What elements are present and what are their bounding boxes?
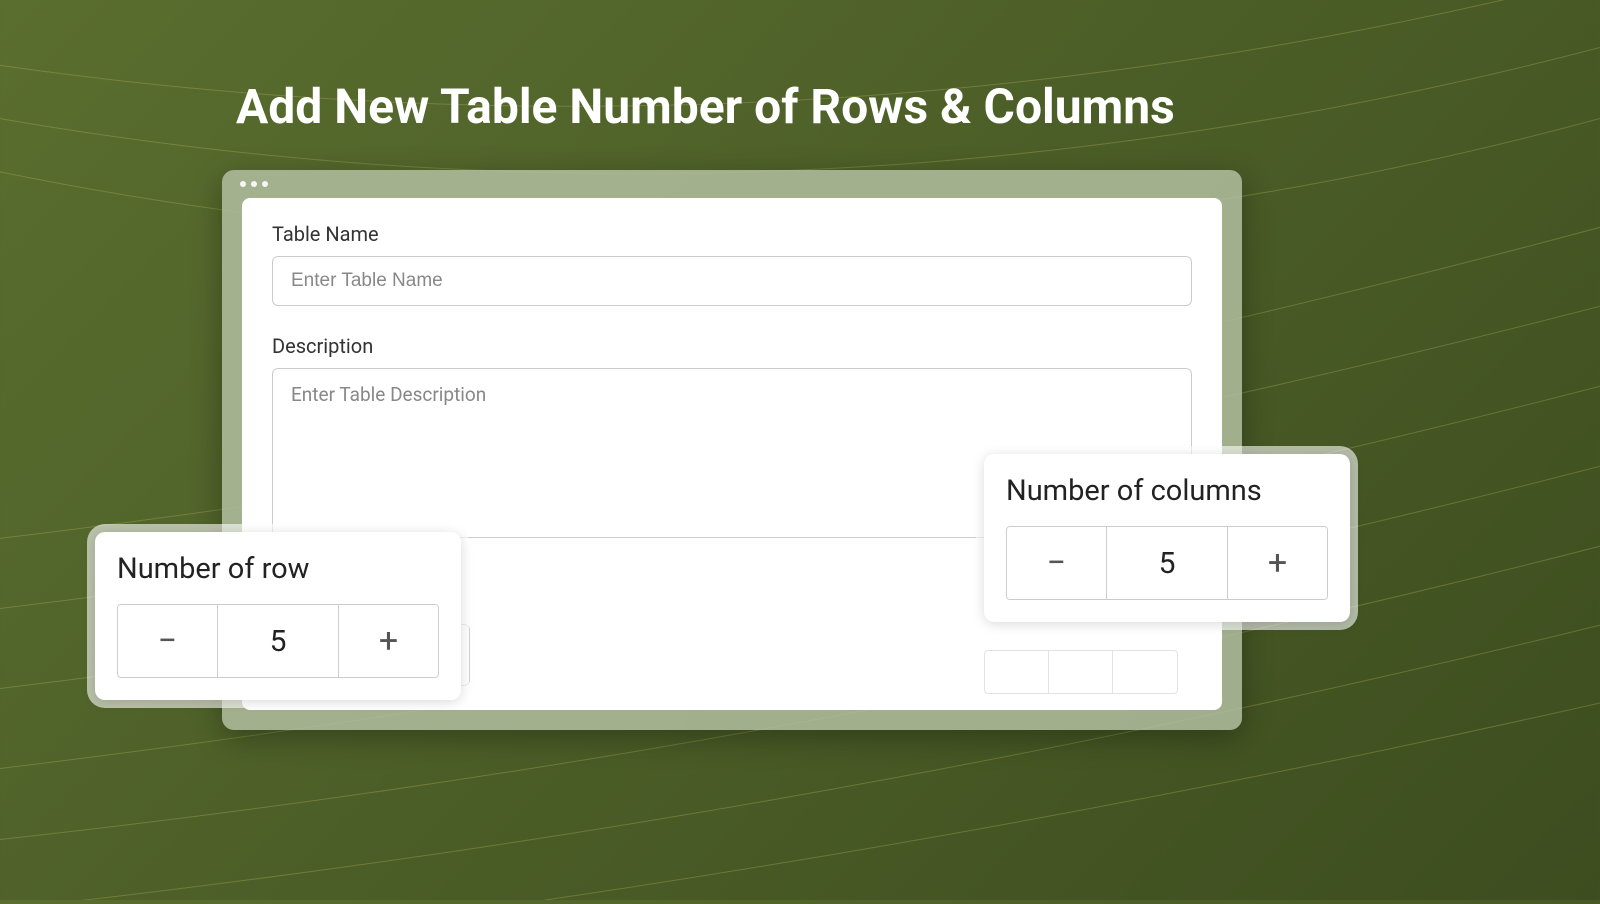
rows-increment-button[interactable]: + xyxy=(338,605,438,677)
window-dot-icon xyxy=(240,181,246,187)
minus-icon: − xyxy=(158,621,177,661)
columns-increment-button[interactable]: + xyxy=(1227,527,1327,599)
plus-icon: + xyxy=(1268,543,1287,583)
columns-stepper-control: − 5 + xyxy=(1006,526,1328,600)
rows-stepper-label: Number of row xyxy=(117,552,439,586)
window-dot-icon xyxy=(262,181,268,187)
description-label: Description xyxy=(272,334,1192,358)
window-dot-icon xyxy=(251,181,257,187)
columns-stepper-card: Number of columns − 5 + xyxy=(984,454,1350,622)
rows-decrement-button[interactable]: − xyxy=(118,605,218,677)
plus-icon: + xyxy=(379,621,398,661)
minus-icon: − xyxy=(1047,543,1066,583)
browser-titlebar xyxy=(222,170,1242,198)
columns-stepper-label: Number of columns xyxy=(1006,474,1328,508)
rows-value[interactable]: 5 xyxy=(218,605,338,677)
table-name-label: Table Name xyxy=(272,222,1192,246)
columns-decrement-button[interactable]: − xyxy=(1007,527,1107,599)
rows-stepper-control: − 5 + xyxy=(117,604,439,678)
table-name-input[interactable] xyxy=(272,256,1192,306)
rows-stepper-card: Number of row − 5 + xyxy=(95,532,461,700)
columns-value[interactable]: 5 xyxy=(1107,527,1227,599)
partial-hidden-stepper xyxy=(984,650,1178,694)
page-title: Add New Table Number of Rows & Columns xyxy=(0,0,1600,135)
